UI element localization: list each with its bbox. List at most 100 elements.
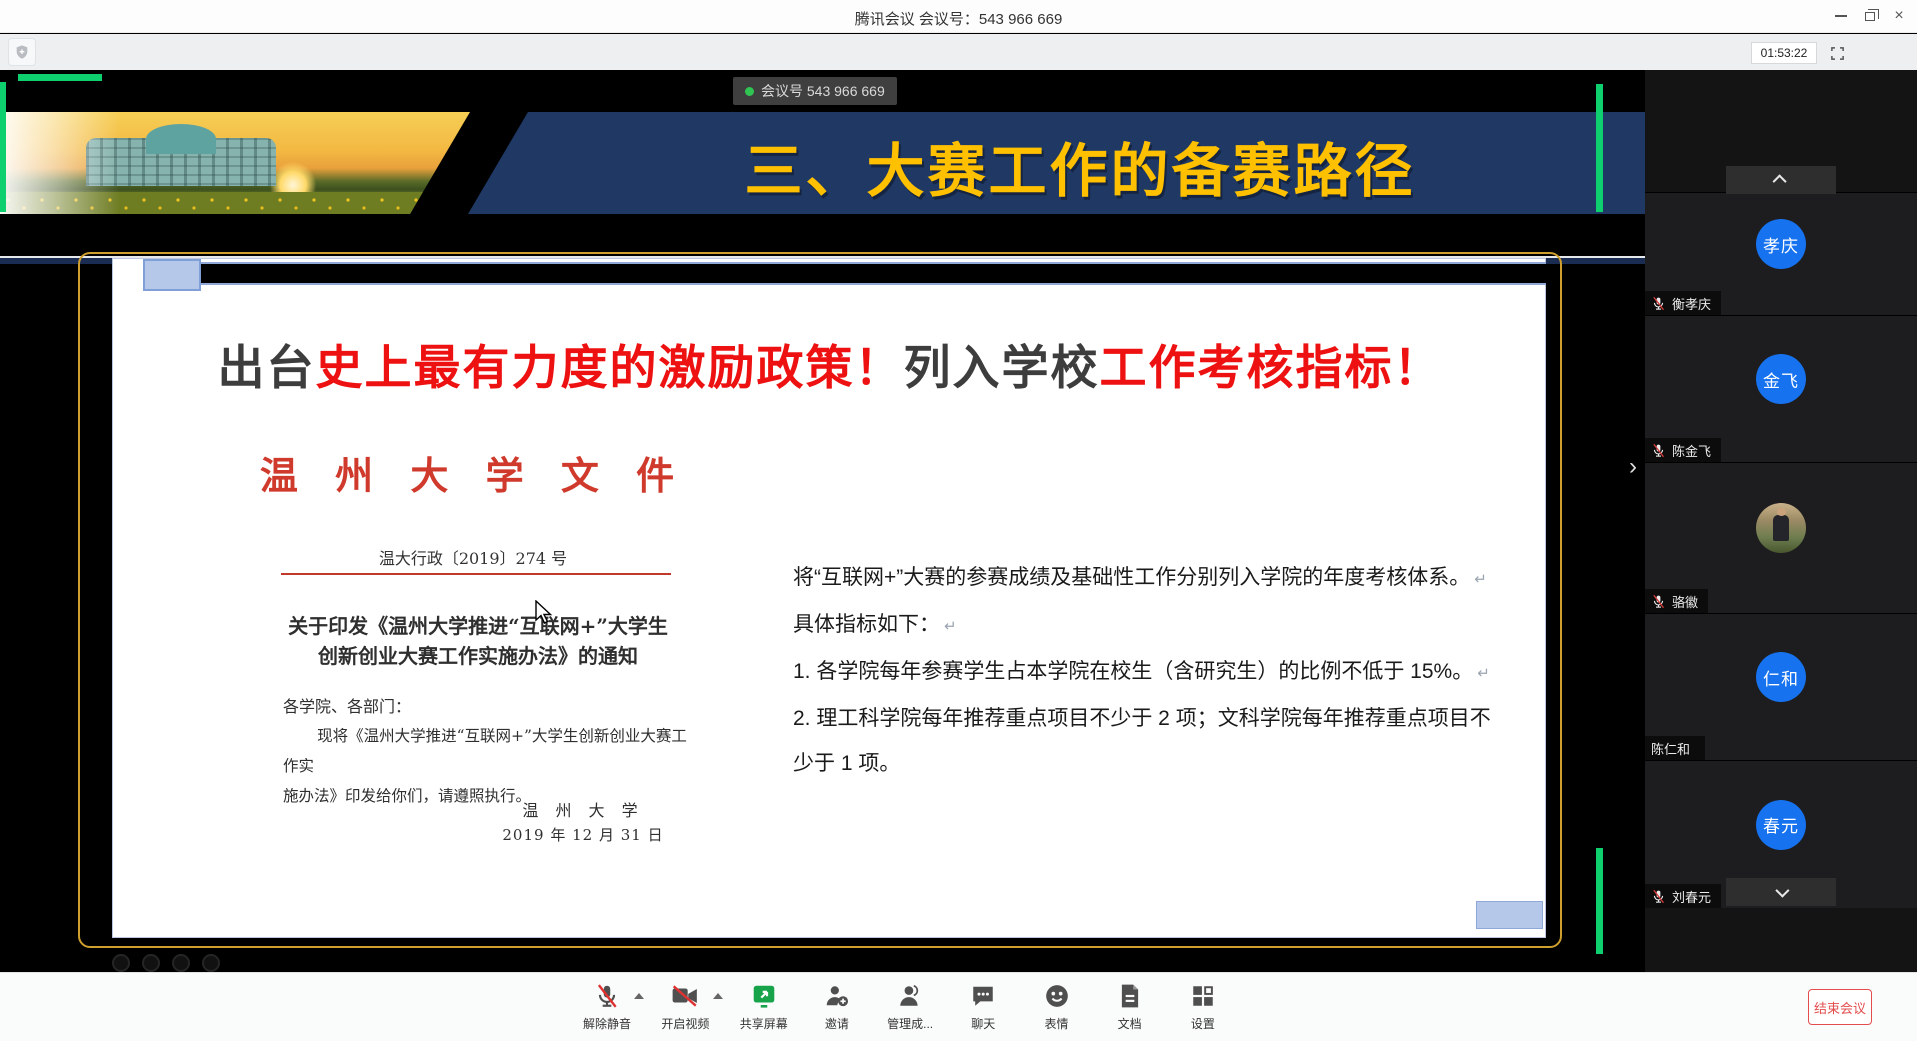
note-line: 2. 理工科学院每年推荐重点项目不少于 2 项；文科学院每年推荐重点项目不少于 … [793,696,1493,786]
participant-avatar: 金飞 [1756,354,1806,404]
meeting-id-text: 会议号 543 966 669 [761,81,885,101]
return-mark: ↵ [944,618,957,635]
fullscreen-button[interactable] [1827,43,1847,63]
document-title-line1: 关于印发《温州大学推进“互联网+”大学生 [263,611,693,641]
invite-icon [824,981,850,1011]
participants-scroll-down-button[interactable] [1726,878,1836,906]
participant-name-bar: 刘春元 [1645,884,1721,908]
document-title-line2: 创新创业大赛工作实施办法》的通知 [263,641,693,671]
green-accent-right-top [1596,84,1603,212]
participants-sidebar: 孝庆衡孝庆金飞陈金飞骆徽仁和陈仁和春元刘春元 [1645,70,1917,972]
note-line: 1. 各学院每年参赛学生占本学院在校生（含研究生）的比例不低于 15%。↵ [793,649,1493,696]
slide-page: 出台史上最有力度的激励政策！列入学校工作考核指标！ 温 州 大 学 文 件 温大… [112,258,1546,938]
minimize-icon [1835,15,1847,17]
headline-segment: 列入学校 [904,341,1100,394]
chevron-up-icon [1773,174,1787,188]
sidebar-collapse-handle[interactable]: › [1622,445,1644,489]
minimize-button[interactable] [1827,4,1855,28]
toolbar-button-mic-muted[interactable]: 解除静音 [575,981,639,1032]
document-icon [1118,981,1142,1011]
close-button[interactable]: × [1885,4,1913,28]
participants-scroll-up-button[interactable] [1726,166,1836,194]
toolbar-button-label: 文档 [1118,1015,1142,1032]
chevron-down-icon [1775,884,1789,898]
participant-name-bar: 衡孝庆 [1645,291,1721,315]
slide-banner-title: 三、大赛工作的备赛路径 [560,120,1600,212]
participant-tile[interactable]: 孝庆衡孝庆 [1645,192,1917,315]
toolbar-button-camera-muted[interactable]: 开启视频 [653,981,717,1032]
participant-tile[interactable]: 金飞陈金飞 [1645,315,1917,462]
participant-avatar: 春元 [1756,800,1806,850]
shield-icon [14,44,30,60]
close-icon: × [1894,8,1903,24]
toolbar-button-label: 开启视频 [661,1015,709,1032]
toolbar-button-label: 共享屏幕 [740,1015,788,1032]
toolbar-button-settings[interactable]: 设置 [1171,981,1235,1032]
toolbar-button-manage-members[interactable]: 管理成... [878,981,942,1032]
mic-muted-icon [1651,296,1666,311]
meeting-toolbar: 解除静音 开启视频 共享屏幕 邀请 管理成... 聊天 表情 文档 设置 结束会议 [0,972,1917,1041]
dome-graphic [146,124,216,154]
settings-icon [1190,981,1216,1011]
chat-icon [970,981,996,1011]
annotation-tools-faded [112,954,220,972]
meeting-id-badge: 会议号 543 966 669 [733,77,897,105]
tencent-meeting-window: 腾讯会议 会议号：543 966 669 × 01:53:22 会议号 543 … [0,0,1917,1041]
security-shield-button[interactable] [8,38,36,66]
participant-tile[interactable]: 仁和陈仁和 [1645,613,1917,760]
title-bar: 腾讯会议 会议号：543 966 669 × [0,0,1917,33]
green-accent-right-bottom [1596,848,1603,954]
mic-muted-icon [1651,594,1666,609]
toolbar-button-label: 邀请 [825,1015,849,1032]
green-accent-top-left [18,74,102,81]
participant-avatar: 仁和 [1756,652,1806,702]
document-masthead: 温 州 大 学 文 件 [253,445,693,500]
return-mark: ↵ [1477,665,1490,682]
toolbar-button-label: 表情 [1044,1015,1068,1032]
toolbar-button-chat[interactable]: 聊天 [951,981,1015,1032]
toolbar-button-document[interactable]: 文档 [1098,981,1162,1032]
toolbar-button-invite[interactable]: 邀请 [805,981,869,1032]
participant-name: 陈仁和 [1651,739,1690,758]
share-screen-button[interactable]: 共享屏幕 [732,981,796,1032]
mouse-cursor [534,600,554,626]
screen-share-icon [751,981,777,1011]
participant-tiles: 孝庆衡孝庆金飞陈金飞骆徽仁和陈仁和春元刘春元 [1645,192,1917,908]
document-signature: 温 州 大 学 [443,797,723,821]
slide-header-band: 三、大赛工作的备赛路径 [0,112,1645,214]
document-red-rule [281,573,671,575]
placeholder-corner-bottom-right [1476,901,1543,929]
manage-members-icon [897,981,923,1011]
participant-name: 刘春元 [1672,887,1711,906]
end-meeting-button[interactable]: 结束会议 [1808,989,1872,1025]
caret-up-icon[interactable] [634,993,644,999]
participant-name: 骆徽 [1672,592,1698,611]
toolbar-button-label: 聊天 [971,1015,995,1032]
meeting-timer: 01:53:22 [1751,42,1817,64]
caret-up-icon[interactable] [713,993,723,999]
participant-name-bar: 骆徽 [1645,589,1708,613]
participant-avatar: 孝庆 [1756,219,1806,269]
toolbar-button-emoji[interactable]: 表情 [1025,981,1089,1032]
toolbar-button-label: 解除静音 [583,1015,631,1032]
annotation-dot-icon [202,954,220,972]
note-line: 将“互联网+”大赛的参赛成绩及基础性工作分别列入学院的年度考核体系。↵ [793,555,1493,602]
headline-segment: 工作考核指标！ [1100,341,1443,394]
placeholder-square [143,259,201,291]
fullscreen-icon [1830,46,1845,61]
campus-photo [0,112,470,214]
maximize-icon [1865,12,1875,21]
toolbar-buttons: 解除静音 开启视频 共享屏幕 邀请 管理成... 聊天 表情 文档 设置 [575,981,1235,1032]
annotation-dot-icon [172,954,190,972]
document-date: 2019 年 12 月 31 日 [443,824,723,845]
participant-name: 衡孝庆 [1672,294,1711,313]
participant-tile[interactable]: 骆徽 [1645,462,1917,613]
maximize-button[interactable] [1856,4,1884,28]
participant-name-bar: 陈金飞 [1645,438,1721,462]
shared-screen: 会议号 543 966 669 三、大赛工作的备赛路径 出台史上最有力度的激励政… [0,70,1645,972]
annotation-dot-icon [112,954,130,972]
emoji-icon [1044,981,1070,1011]
participant-photo-avatar [1756,503,1806,553]
mic-muted-icon [594,981,620,1011]
window-title: 腾讯会议 会议号：543 966 669 [0,8,1917,29]
